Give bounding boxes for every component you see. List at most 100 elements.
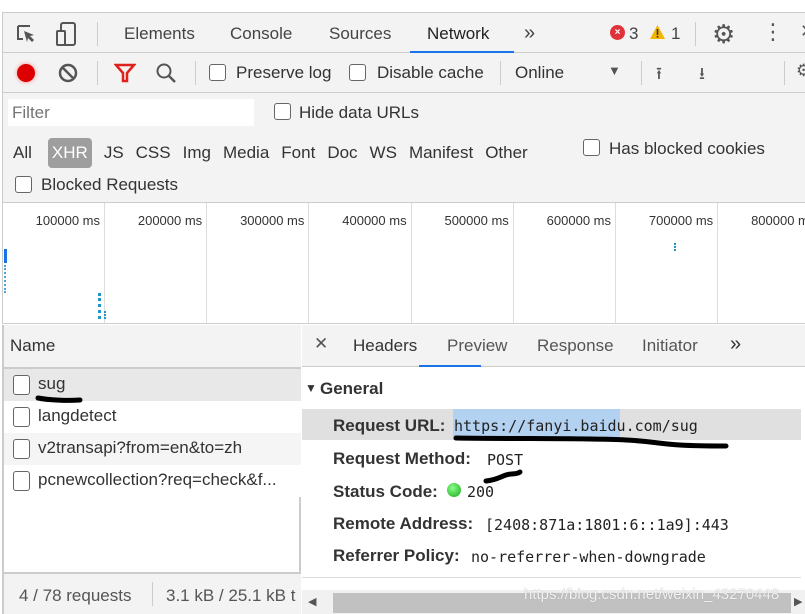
tab-headers[interactable]: Headers [353,336,417,356]
hide-data-urls-checkbox[interactable] [274,103,291,120]
timeline-gridline [512,203,514,323]
tab-initiator[interactable]: Initiator [642,336,698,356]
tab-network[interactable]: Network [427,24,489,44]
row-checkbox[interactable] [13,375,30,395]
timeline-tick-label: 600000 ms [546,213,611,228]
hide-data-urls-label[interactable]: Hide data URLs [299,103,419,123]
more-options-icon[interactable]: ⋮ [762,19,784,45]
type-filter-media[interactable]: Media [217,141,275,165]
timeline-gridline [308,203,310,323]
error-count[interactable]: 3 [629,24,638,44]
type-filter-js[interactable]: JS [98,141,130,165]
preserve-log-label[interactable]: Preserve log [236,63,331,83]
scroll-left-icon[interactable]: ◀ [308,595,316,608]
request-method-value: POST [487,451,524,469]
request-list: Name sug langdetect v2transapi?from=en&t… [2,325,301,614]
request-name[interactable]: sug [38,374,65,394]
row-checkbox[interactable] [13,471,30,491]
collapse-triangle-icon[interactable]: ▼ [305,381,317,395]
clear-icon[interactable] [58,63,78,83]
timeline-gridline [206,203,208,323]
row-checkbox[interactable] [13,439,30,459]
name-column-header[interactable]: Name [4,325,301,369]
disable-cache-checkbox[interactable] [349,64,366,81]
timeline-tick-label: 800000 ms [751,213,805,228]
section-divider [302,577,801,578]
type-filter-css[interactable]: CSS [130,141,177,165]
close-detail-icon[interactable]: ✕ [314,334,328,354]
request-name[interactable]: v2transapi?from=en&to=zh [38,438,242,458]
throttling-dropdown-icon[interactable]: ▼ [608,63,621,78]
throttling-select[interactable]: Online [515,63,564,83]
request-row[interactable]: langdetect [4,401,301,433]
type-filter-ws[interactable]: WS [364,141,403,165]
more-detail-tabs-icon[interactable]: » [730,333,741,356]
request-name[interactable]: langdetect [38,406,116,426]
tab-elements[interactable]: Elements [124,24,195,44]
timeline-bar [4,265,6,293]
error-icon[interactable]: × [610,25,625,40]
field-label: Remote Address: [333,514,474,533]
filter-icon[interactable] [114,63,136,83]
name-header-label: Name [10,336,56,355]
scroll-right-icon[interactable]: ▶ [794,595,802,608]
filter-bar: Hide data URLs All XHR JS CSS Img Media … [2,93,805,203]
row-checkbox[interactable] [13,407,30,427]
import-har-icon[interactable]: ⭱ [656,61,662,90]
timeline-gridline [717,203,719,323]
field-label: Referrer Policy: [333,546,460,565]
request-detail-pane: ✕ Headers Preview Response Initiator » ▼… [302,325,805,614]
timeline-gridline [615,203,616,323]
search-icon[interactable] [155,62,177,84]
tab-response[interactable]: Response [537,336,614,356]
timeline-bar [98,293,101,319]
blocked-requests-label[interactable]: Blocked Requests [41,175,178,195]
timeline-bar [4,249,7,263]
device-toolbar-icon[interactable] [55,21,79,47]
remote-address-value: [2408:871a:1801:6::1a9]:443 [485,516,729,534]
request-name[interactable]: pcnewcollection?req=check&f... [38,470,277,490]
type-filter-doc[interactable]: Doc [321,141,363,165]
filter-input[interactable] [8,99,254,126]
field-label: Request Method: [333,449,471,468]
annotation-scribble [483,469,523,484]
record-button[interactable] [17,64,35,82]
active-detail-tab-indicator [419,365,481,367]
more-tabs-icon[interactable]: » [524,22,535,45]
type-filter-img[interactable]: Img [177,141,217,165]
export-har-icon[interactable]: ⭳ [699,61,705,90]
detail-tab-bar: ✕ Headers Preview Response Initiator » [302,325,805,367]
watermark: https://blog.csdn.net/weixin_43270448 [524,586,780,603]
close-devtools-icon[interactable]: ✕ [800,21,805,42]
has-blocked-cookies-checkbox[interactable] [583,139,600,156]
request-row[interactable]: pcnewcollection?req=check&f... [4,465,301,497]
network-settings-icon[interactable]: ⚙ [796,61,805,81]
settings-gear-icon[interactable]: ⚙ [712,19,735,50]
tab-preview[interactable]: Preview [447,336,507,356]
type-filter-all[interactable]: All [11,141,36,165]
warning-count[interactable]: 1 [671,24,680,44]
type-filter-manifest[interactable]: Manifest [403,141,479,165]
preserve-log-checkbox[interactable] [209,64,226,81]
timeline-tick-label: 200000 ms [137,213,203,228]
tab-sources[interactable]: Sources [329,24,391,44]
general-section-title[interactable]: General [320,379,383,399]
tab-console[interactable]: Console [230,24,292,44]
annotation-scribble [453,435,729,449]
timeline-overview[interactable]: 100000 ms 200000 ms 300000 ms 400000 ms 5000… [2,203,805,324]
type-filter-xhr[interactable]: XHR [47,138,92,168]
warning-icon[interactable] [649,24,666,40]
field-label: Request URL: [333,416,446,435]
type-filter-font[interactable]: Font [275,141,321,165]
timeline-gridline [104,203,105,323]
inspect-element-icon[interactable] [15,23,37,45]
disable-cache-label[interactable]: Disable cache [377,63,484,83]
blocked-requests-checkbox[interactable] [15,176,32,193]
has-blocked-cookies-label[interactable]: Has blocked cookies [609,139,765,159]
timeline-tick-label: 300000 ms [240,213,305,228]
type-filter-other[interactable]: Other [479,141,534,165]
status-code-value: 200 [467,483,495,501]
resource-type-filters: All XHR JS CSS Img Media Font Doc WS Man… [11,138,534,168]
request-row[interactable]: v2transapi?from=en&to=zh [4,433,301,465]
timeline-tick-label: 100000 ms [35,213,100,228]
